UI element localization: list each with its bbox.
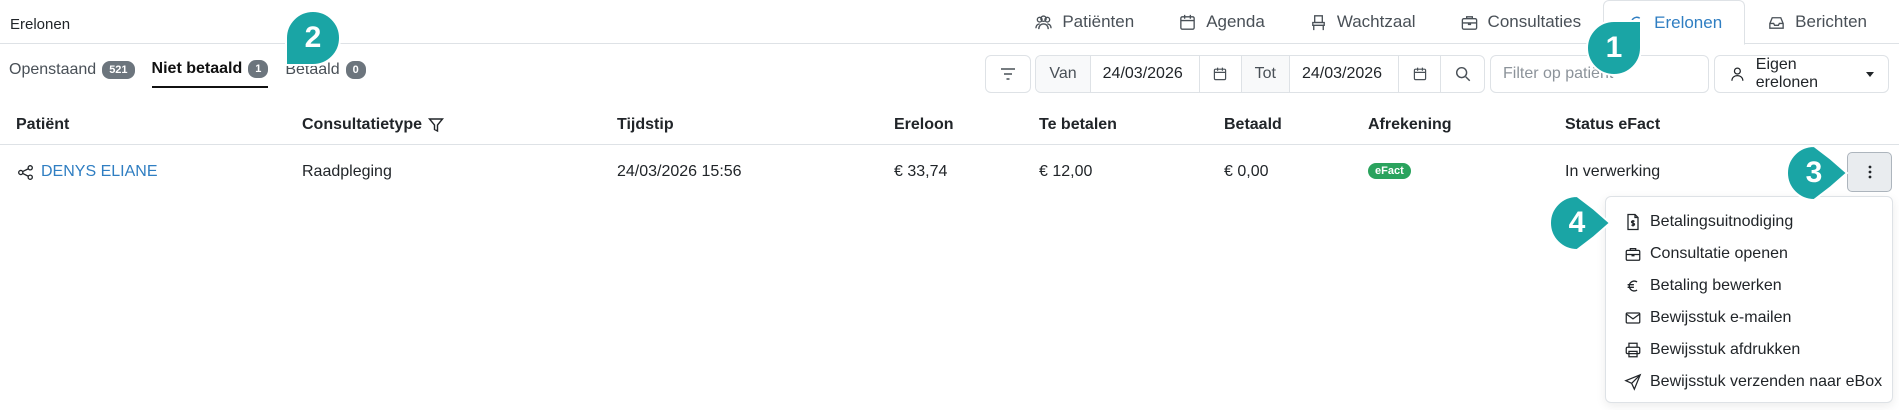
- table-row[interactable]: DENYS ELIANE Raadpleging 24/03/2026 15:5…: [0, 146, 1899, 196]
- to-date-input[interactable]: 24/03/2026: [1289, 56, 1398, 92]
- settlement-cell: eFact: [1368, 163, 1411, 179]
- from-date-input[interactable]: 24/03/2026: [1089, 56, 1199, 92]
- invoice-dollar-icon: [1627, 213, 1639, 231]
- menu-item-betaling-bewerken[interactable]: Betaling bewerken: [1606, 270, 1892, 302]
- nav-label: Wachtzaal: [1336, 12, 1416, 31]
- search-button[interactable]: [1440, 56, 1484, 92]
- tab-label: Openstaand: [9, 61, 97, 78]
- callout-marker: 4: [1549, 194, 1612, 256]
- calendar-icon: [1180, 14, 1196, 30]
- menu-item-consultatie-openen[interactable]: Consultatie openen: [1606, 238, 1892, 270]
- menu-item-bewijsstuk-afdrukken[interactable]: Bewijsstuk afdrukken: [1606, 334, 1892, 366]
- column-header[interactable]: Betaald: [1224, 116, 1282, 134]
- own-fees-label: Eigen erelonen: [1755, 56, 1819, 91]
- menu-item-label: Bewijsstuk afdrukken: [1650, 341, 1801, 358]
- chair-icon: [1311, 14, 1325, 30]
- from-label: Van: [1036, 56, 1090, 92]
- nav-label: Agenda: [1206, 12, 1265, 31]
- nav-patienten[interactable]: Patiënten: [1012, 0, 1156, 44]
- briefcase-icon: [1625, 247, 1641, 261]
- caret-down-icon: [1866, 71, 1874, 77]
- efact-badge: eFact: [1368, 163, 1411, 179]
- filter-toggle-button[interactable]: [985, 55, 1032, 93]
- fee-cell: € 33,74: [894, 163, 948, 180]
- row-actions-menu: Betalingsuitnodiging Consultatie openen …: [1605, 196, 1893, 403]
- column-header[interactable]: Afrekening: [1368, 116, 1452, 134]
- to-pay-cell: € 12,00: [1039, 163, 1093, 180]
- tab-niet-betaald[interactable]: Niet betaald 1: [151, 60, 269, 88]
- nav-agenda[interactable]: Agenda: [1156, 0, 1287, 44]
- column-header[interactable]: Ereloon: [894, 116, 954, 134]
- column-header[interactable]: Te betalen: [1039, 116, 1117, 134]
- patient-link[interactable]: DENYS ELIANE: [41, 163, 157, 181]
- time-cell: 24/03/2026 15:56: [617, 163, 742, 180]
- nav-berichten[interactable]: Berichten: [1745, 0, 1889, 44]
- nav-label: Berichten: [1795, 12, 1867, 31]
- consultation-type-cell: Raadpleging: [302, 163, 392, 180]
- filter-toolbar: Van 24/03/2026 Tot 24/03/2026 Filter op …: [985, 55, 1889, 93]
- paid-cell: € 0,00: [1224, 163, 1269, 180]
- users-icon: [1035, 14, 1053, 29]
- count-badge: 0: [345, 61, 366, 79]
- column-header[interactable]: Status eFact: [1565, 116, 1660, 134]
- tab-label: Niet betaald: [151, 60, 243, 77]
- menu-item-label: Bewijsstuk verzenden naar eBox: [1650, 373, 1883, 390]
- patient-cell: DENYS ELIANE: [17, 163, 157, 181]
- main-nav: Patiënten Agenda Wachtzaal Consultaties …: [1012, 0, 1889, 45]
- date-range: Van 24/03/2026 Tot 24/03/2026: [1035, 55, 1485, 93]
- nav-consultaties[interactable]: Consultaties: [1438, 0, 1604, 44]
- to-calendar-button[interactable]: [1398, 56, 1440, 92]
- column-header[interactable]: Patiënt: [16, 116, 69, 134]
- filter-icon[interactable]: [428, 117, 445, 133]
- envelope-icon: [1625, 312, 1641, 324]
- menu-item-betalingsuitnodiging[interactable]: Betalingsuitnodiging: [1606, 206, 1892, 238]
- briefcase-icon: [1461, 15, 1477, 30]
- own-fees-dropdown[interactable]: Eigen erelonen: [1714, 55, 1889, 93]
- filter-lines-icon: [1001, 68, 1016, 80]
- menu-item-label: Betalingsuitnodiging: [1650, 213, 1794, 230]
- euro-icon: [1627, 280, 1638, 292]
- calendar-icon: [1413, 67, 1426, 81]
- callout-marker: 2: [285, 10, 346, 71]
- row-actions-button[interactable]: [1847, 152, 1892, 192]
- send-icon: [1624, 373, 1642, 391]
- column-header[interactable]: Tijdstip: [617, 116, 674, 134]
- menu-item-bewijsstuk-verzenden-ebox[interactable]: Bewijsstuk verzenden naar eBox: [1606, 366, 1892, 398]
- nav-wachtzaal[interactable]: Wachtzaal: [1287, 0, 1438, 44]
- to-label: Tot: [1240, 56, 1289, 92]
- menu-item-label: Bewijsstuk e-mailen: [1650, 309, 1792, 326]
- share-nodes-icon: [18, 164, 33, 180]
- menu-item-label: Consultatie openen: [1650, 245, 1788, 262]
- from-calendar-button[interactable]: [1198, 56, 1241, 92]
- column-label: Consultatietype: [302, 116, 423, 133]
- callout-marker: 3: [1786, 144, 1849, 206]
- search-icon: [1455, 66, 1470, 82]
- inbox-icon: [1769, 16, 1784, 29]
- nav-label: Patiënten: [1062, 12, 1135, 31]
- column-header-consultatietype[interactable]: Consultatietype: [302, 116, 445, 134]
- calendar-icon: [1213, 67, 1227, 81]
- callout-number: 3: [1805, 156, 1823, 189]
- callout-number: 1: [1605, 31, 1623, 64]
- menu-item-bewijsstuk-emailen[interactable]: Bewijsstuk e-mailen: [1606, 302, 1892, 334]
- nav-label: Consultaties: [1487, 12, 1582, 31]
- nav-label: Erelonen: [1654, 12, 1723, 32]
- menu-item-label: Betaling bewerken: [1650, 277, 1782, 294]
- printer-icon: [1625, 342, 1641, 358]
- status-cell: In verwerking: [1565, 163, 1661, 180]
- page-title: Erelonen: [10, 16, 71, 33]
- callout-number: 2: [304, 21, 322, 54]
- more-vertical-icon: [1868, 165, 1871, 179]
- callout-marker: 1: [1586, 20, 1647, 81]
- table-header: Patiënt Consultatietype Tijdstip Ereloon…: [0, 104, 1899, 145]
- user-icon: [1731, 67, 1744, 81]
- count-badge: 1: [248, 60, 269, 78]
- tab-openstaand[interactable]: Openstaand 521: [9, 61, 135, 87]
- callout-number: 4: [1568, 206, 1586, 239]
- count-badge: 521: [102, 61, 135, 79]
